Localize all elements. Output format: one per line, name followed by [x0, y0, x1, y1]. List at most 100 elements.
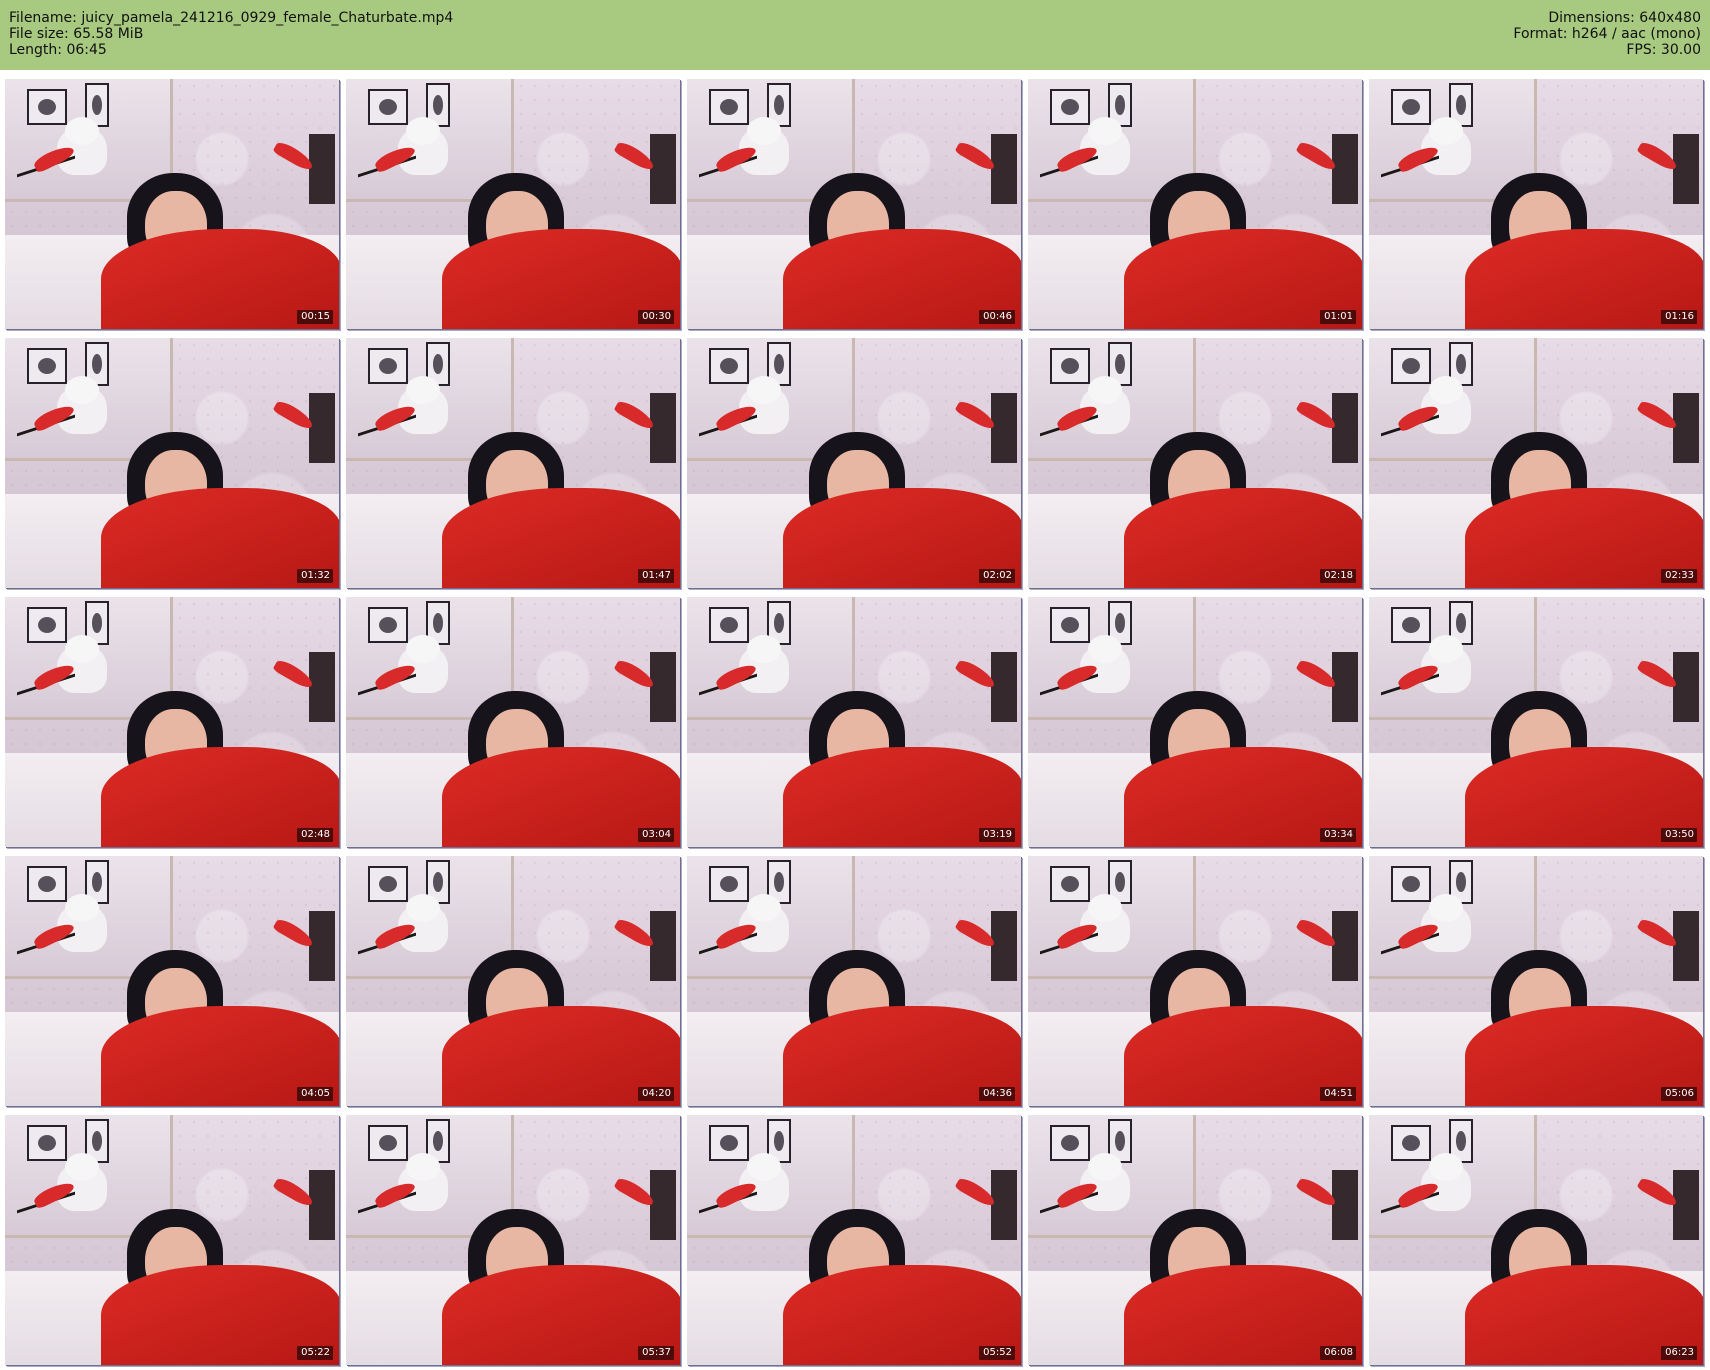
thumbnail-frame[interactable]: 06:23 [1369, 1115, 1703, 1365]
timestamp-badge: 05:06 [1661, 1087, 1697, 1101]
thumbnail-frame[interactable]: 00:15 [5, 79, 339, 329]
headboard-image [1673, 652, 1699, 722]
timestamp-badge: 03:34 [1320, 828, 1356, 842]
timestamp-badge: 01:32 [297, 569, 333, 583]
fps-value: 30.00 [1660, 42, 1701, 58]
timestamp-badge: 03:04 [638, 828, 674, 842]
thumbnail-frame[interactable]: 02:48 [5, 597, 339, 847]
wall-picture-image [1050, 866, 1090, 902]
headboard-image [991, 652, 1017, 722]
headboard-image [991, 134, 1017, 204]
headboard-image [309, 911, 335, 981]
timestamp-badge: 06:08 [1320, 1346, 1356, 1360]
thumbnail-frame[interactable]: 03:04 [346, 597, 680, 847]
thumbnail-frame[interactable]: 04:51 [1028, 856, 1362, 1106]
wall-picture-image [1050, 89, 1090, 125]
thumbnail-frame[interactable]: 00:46 [687, 79, 1021, 329]
headboard-image [650, 393, 676, 463]
filename-row: Filename: juicy_pamela_241216_0929_femal… [9, 10, 453, 26]
headboard-image [991, 911, 1017, 981]
timestamp-badge: 04:51 [1320, 1087, 1356, 1101]
wall-picture-image [368, 866, 408, 902]
timestamp-badge: 04:20 [638, 1087, 674, 1101]
wall-picture-image [368, 607, 408, 643]
timestamp-badge: 05:37 [638, 1346, 674, 1360]
thumbnail-frame[interactable]: 05:22 [5, 1115, 339, 1365]
file-size-label: File size: [9, 26, 69, 42]
thumbnail-frame[interactable]: 02:18 [1028, 338, 1362, 588]
thumbnail-frame[interactable]: 01:47 [346, 338, 680, 588]
timestamp-badge: 00:15 [297, 310, 333, 324]
timestamp-badge: 02:48 [297, 828, 333, 842]
headboard-image [991, 1170, 1017, 1240]
wall-picture-image [1391, 866, 1431, 902]
thumbnail-frame[interactable]: 01:32 [5, 338, 339, 588]
wall-picture-image [1391, 1125, 1431, 1161]
length-row: Length: 06:45 [9, 42, 453, 58]
dimensions-label: Dimensions: [1548, 10, 1635, 26]
thumbnail-frame[interactable]: 01:01 [1028, 79, 1362, 329]
thumbnail-frame[interactable]: 02:33 [1369, 338, 1703, 588]
thumbnail-frame[interactable]: 05:52 [687, 1115, 1021, 1365]
thumbnail-frame[interactable]: 04:36 [687, 856, 1021, 1106]
headboard-image [991, 393, 1017, 463]
wall-picture-image [1391, 89, 1431, 125]
headboard-image [650, 134, 676, 204]
timestamp-badge: 04:05 [297, 1087, 333, 1101]
headboard-image [309, 393, 335, 463]
thumbnail-frame[interactable]: 05:06 [1369, 856, 1703, 1106]
dimensions-row: Dimensions: 640x480 [1513, 10, 1701, 26]
timestamp-badge: 04:36 [979, 1087, 1015, 1101]
headboard-image [650, 911, 676, 981]
timestamp-badge: 06:23 [1661, 1346, 1697, 1360]
file-size-row: File size: 65.58 MiB [9, 26, 453, 42]
headboard-image [1332, 134, 1358, 204]
wall-picture-image [27, 348, 67, 384]
thumbnail-frame[interactable]: 05:37 [346, 1115, 680, 1365]
timestamp-badge: 00:46 [979, 310, 1015, 324]
wall-picture-image [27, 1125, 67, 1161]
fps-row: FPS: 30.00 [1513, 42, 1701, 58]
headboard-image [309, 134, 335, 204]
wall-picture-image [1050, 607, 1090, 643]
thumbnail-frame[interactable]: 04:05 [5, 856, 339, 1106]
length-label: Length: [9, 42, 63, 58]
wall-picture-image [709, 866, 749, 902]
headboard-image [1673, 134, 1699, 204]
headboard-image [309, 1170, 335, 1240]
thumbnail-frame[interactable]: 03:19 [687, 597, 1021, 847]
headboard-image [650, 1170, 676, 1240]
filename-label: Filename: [9, 10, 77, 26]
thumbnail-frame[interactable]: 00:30 [346, 79, 680, 329]
format-value: h264 / aac (mono) [1571, 26, 1701, 42]
thumbnail-frame[interactable]: 01:16 [1369, 79, 1703, 329]
file-size-value: 65.58 MiB [73, 26, 144, 42]
wall-picture-image [709, 348, 749, 384]
thumbnail-frame[interactable]: 03:34 [1028, 597, 1362, 847]
wall-picture-image [368, 348, 408, 384]
wall-picture-image [1391, 348, 1431, 384]
fps-label: FPS: [1626, 42, 1657, 58]
timestamp-badge: 02:02 [979, 569, 1015, 583]
thumbnail-frame[interactable]: 02:02 [687, 338, 1021, 588]
thumbnail-grid: 00:15 00:30 00:46 01:01 01:16 01:32 01:47 02:02… [5, 79, 1705, 1366]
timestamp-badge: 01:01 [1320, 310, 1356, 324]
timestamp-badge: 01:47 [638, 569, 674, 583]
timestamp-badge: 05:22 [297, 1346, 333, 1360]
thumbnail-frame[interactable]: 04:20 [346, 856, 680, 1106]
wall-picture-image [709, 1125, 749, 1161]
media-info-group: Dimensions: 640x480 Format: h264 / aac (… [1513, 10, 1701, 58]
wall-picture-image [1391, 607, 1431, 643]
headboard-image [1332, 393, 1358, 463]
thumbnail-frame[interactable]: 06:08 [1028, 1115, 1362, 1365]
headboard-image [1332, 911, 1358, 981]
dimensions-value: 640x480 [1639, 10, 1701, 26]
wall-picture-image [27, 89, 67, 125]
headboard-image [1673, 393, 1699, 463]
headboard-image [1673, 911, 1699, 981]
thumbnail-frame[interactable]: 03:50 [1369, 597, 1703, 847]
headboard-image [1332, 652, 1358, 722]
timestamp-badge: 00:30 [638, 310, 674, 324]
headboard-image [1673, 1170, 1699, 1240]
timestamp-badge: 02:33 [1661, 569, 1697, 583]
